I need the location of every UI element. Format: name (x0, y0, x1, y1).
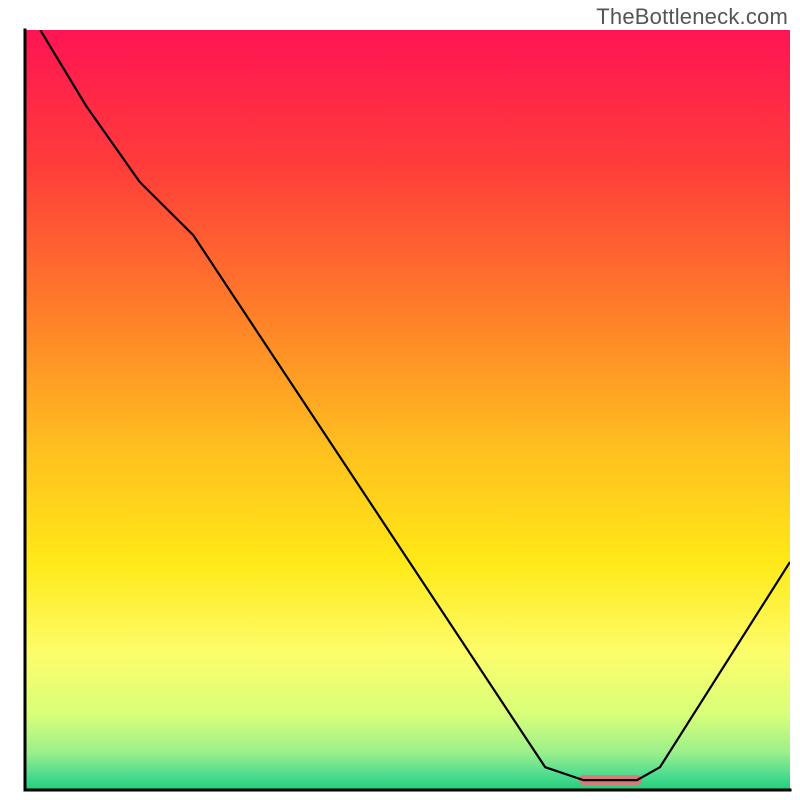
chart-container: TheBottleneck.com (0, 0, 800, 800)
plot-svg (0, 0, 800, 800)
gradient-background (25, 30, 790, 790)
watermark-text: TheBottleneck.com (596, 4, 788, 30)
